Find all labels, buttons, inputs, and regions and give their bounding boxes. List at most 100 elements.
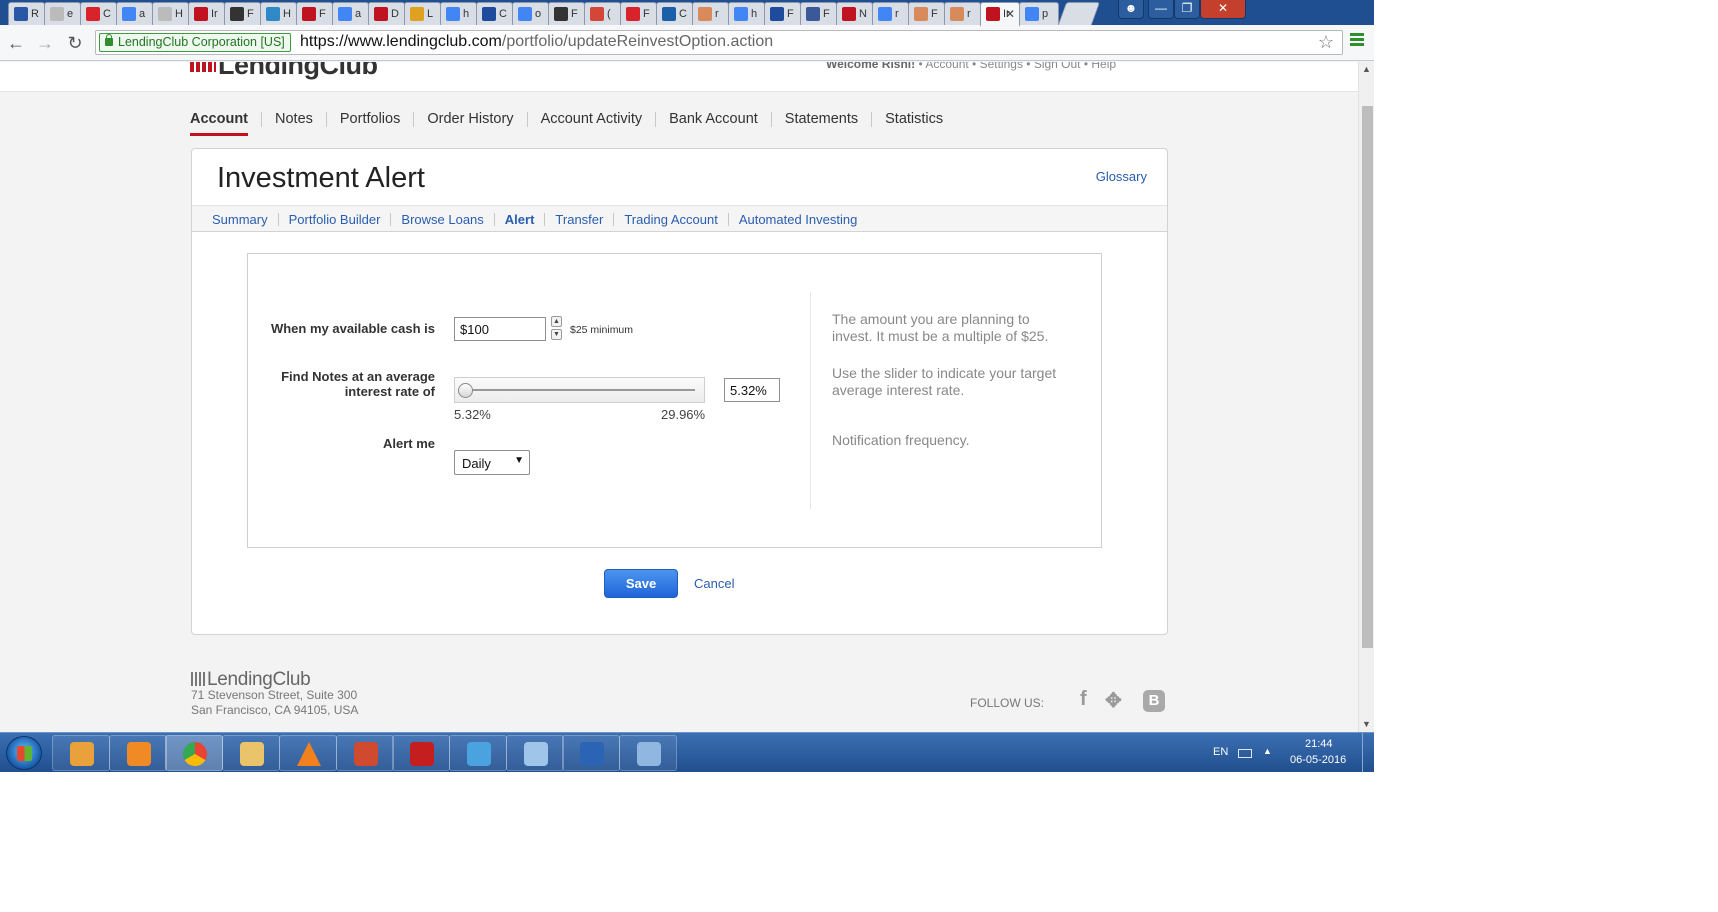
browser-tab[interactable]: a xyxy=(332,2,369,25)
scroll-up-icon[interactable]: ▲ xyxy=(1362,64,1371,74)
taskbar-button[interactable] xyxy=(448,735,507,771)
sub-nav-browse-loans[interactable]: Browse Loans xyxy=(390,213,493,226)
browser-tab[interactable]: H xyxy=(260,2,297,25)
tab-favicon-icon xyxy=(734,7,748,21)
taskbar-button[interactable] xyxy=(165,735,224,771)
sub-nav-alert[interactable]: Alert xyxy=(493,213,545,226)
sub-nav-summary[interactable]: Summary xyxy=(212,213,278,226)
vertical-scrollbar[interactable]: ▲ ▼ xyxy=(1358,62,1374,732)
minimize-button[interactable]: — xyxy=(1148,0,1174,19)
twitter-icon[interactable]: ✥ xyxy=(1105,688,1122,713)
browser-tab[interactable]: F xyxy=(800,2,837,25)
maximize-button[interactable]: ❐ xyxy=(1174,0,1200,19)
browser-tab[interactable]: r xyxy=(692,2,729,25)
tray-expand-icon[interactable]: ▲ xyxy=(1263,746,1272,756)
main-nav-bank-account[interactable]: Bank Account xyxy=(655,112,771,127)
browser-tab[interactable]: Ir xyxy=(188,2,225,25)
browser-tab[interactable]: D xyxy=(368,2,405,25)
browser-tab[interactable]: ( xyxy=(584,2,621,25)
clock-date[interactable]: 06-05-2016 xyxy=(1290,754,1346,766)
reload-button[interactable]: ↻ xyxy=(63,31,87,55)
close-window-button[interactable]: ✕ xyxy=(1200,0,1246,19)
taskbar-button[interactable] xyxy=(52,735,110,771)
bookmark-star-icon[interactable]: ☆ xyxy=(1318,32,1334,53)
clock-time[interactable]: 21:44 xyxy=(1305,738,1333,750)
taskbar-button[interactable] xyxy=(619,735,677,771)
browser-tab[interactable]: h xyxy=(440,2,477,25)
cash-decrement-icon[interactable]: ▼ xyxy=(551,329,562,340)
browser-tab[interactable]: F xyxy=(296,2,333,25)
url-text[interactable]: https://www.lendingclub.com/portfolio/up… xyxy=(300,33,773,51)
sub-nav-portfolio-builder[interactable]: Portfolio Builder xyxy=(277,213,391,226)
page-viewport: LendingClub Welcome Rishi! • Account • S… xyxy=(0,62,1358,732)
browser-tab[interactable]: F xyxy=(548,2,585,25)
browser-tab[interactable]: C xyxy=(476,2,513,25)
forward-button[interactable]: → xyxy=(33,31,57,55)
tab-title: p xyxy=(1042,8,1049,20)
cancel-link[interactable]: Cancel xyxy=(694,576,734,591)
browser-menu-icon[interactable] xyxy=(1350,33,1364,49)
taskbar-button[interactable] xyxy=(392,735,451,771)
browser-tab-active[interactable]: Ir ✕ xyxy=(980,2,1020,26)
taskbar-button[interactable] xyxy=(278,735,337,771)
address-bar[interactable]: LendingClub Corporation [US] https://www… xyxy=(95,30,1343,55)
user-profile-button[interactable]: ☻ xyxy=(1118,0,1144,19)
main-nav-account-activity[interactable]: Account Activity xyxy=(526,112,656,127)
browser-tab[interactable]: a xyxy=(116,2,153,25)
lendingclub-logo[interactable]: LendingClub xyxy=(190,62,378,81)
scrollbar-thumb[interactable] xyxy=(1362,106,1373,648)
rate-input[interactable]: 5.32% xyxy=(724,378,780,402)
main-nav-account[interactable]: Account xyxy=(190,112,261,136)
sub-nav-trading-account[interactable]: Trading Account xyxy=(613,213,727,226)
browser-tab[interactable]: F xyxy=(224,2,261,25)
keyboard-icon[interactable] xyxy=(1238,749,1252,758)
browser-tab[interactable]: r xyxy=(944,2,981,25)
alert-frequency-select[interactable]: Daily ▼ xyxy=(454,450,530,475)
main-nav-statements[interactable]: Statements xyxy=(770,112,871,127)
blogger-icon[interactable]: B xyxy=(1143,690,1165,712)
back-button[interactable]: ← xyxy=(4,31,28,55)
browser-tab[interactable]: L xyxy=(404,2,441,25)
top-links-text[interactable]: • Account • Settings • Sign Out • Help xyxy=(918,62,1116,71)
tab-favicon-icon xyxy=(194,7,208,21)
taskbar-button[interactable] xyxy=(108,735,167,771)
browser-tab[interactable]: R xyxy=(8,2,45,25)
glossary-link[interactable]: Glossary xyxy=(1096,169,1147,184)
browser-tab[interactable]: H xyxy=(152,2,189,25)
browser-tab[interactable]: p xyxy=(1019,2,1059,25)
cash-increment-icon[interactable]: ▲ xyxy=(551,316,562,327)
ev-certificate-badge[interactable]: LendingClub Corporation [US] xyxy=(99,33,291,52)
save-button[interactable]: Save xyxy=(604,569,678,598)
browser-tab[interactable]: F xyxy=(908,2,945,25)
browser-tab[interactable]: F xyxy=(764,2,801,25)
start-button[interactable] xyxy=(6,736,42,770)
browser-tab[interactable]: e xyxy=(44,2,81,25)
facebook-icon[interactable]: f xyxy=(1080,688,1087,711)
browser-tab[interactable]: r xyxy=(872,2,909,25)
browser-tab[interactable]: C xyxy=(80,2,117,25)
close-tab-icon[interactable]: ✕ xyxy=(1005,7,1015,21)
taskbar-button[interactable] xyxy=(335,735,394,771)
browser-tab[interactable]: h xyxy=(728,2,765,25)
sub-nav-transfer[interactable]: Transfer xyxy=(544,213,613,226)
interest-rate-slider[interactable] xyxy=(454,377,705,403)
taskbar-button[interactable] xyxy=(222,735,281,771)
slider-handle[interactable] xyxy=(458,383,473,398)
browser-tab[interactable]: o xyxy=(512,2,549,25)
account-links[interactable]: Welcome Rishi! • Account • Settings • Si… xyxy=(826,62,1116,71)
taskbar-button[interactable] xyxy=(505,735,564,771)
main-nav-portfolios[interactable]: Portfolios xyxy=(325,112,413,127)
media-player-icon xyxy=(126,742,151,766)
browser-tab[interactable]: N xyxy=(836,2,873,25)
show-desktop-button[interactable] xyxy=(1362,733,1374,772)
sub-nav-automated-investing[interactable]: Automated Investing xyxy=(727,213,868,226)
main-nav-statistics[interactable]: Statistics xyxy=(871,112,956,127)
main-nav-notes[interactable]: Notes xyxy=(261,112,326,127)
browser-tab[interactable]: C xyxy=(656,2,693,25)
main-nav-order-history[interactable]: Order History xyxy=(413,112,526,127)
browser-tab[interactable]: F xyxy=(620,2,657,25)
taskbar-button[interactable] xyxy=(562,735,621,771)
scroll-down-icon[interactable]: ▼ xyxy=(1362,719,1371,729)
language-indicator[interactable]: EN xyxy=(1213,746,1228,758)
cash-input[interactable]: $100 xyxy=(454,317,546,341)
